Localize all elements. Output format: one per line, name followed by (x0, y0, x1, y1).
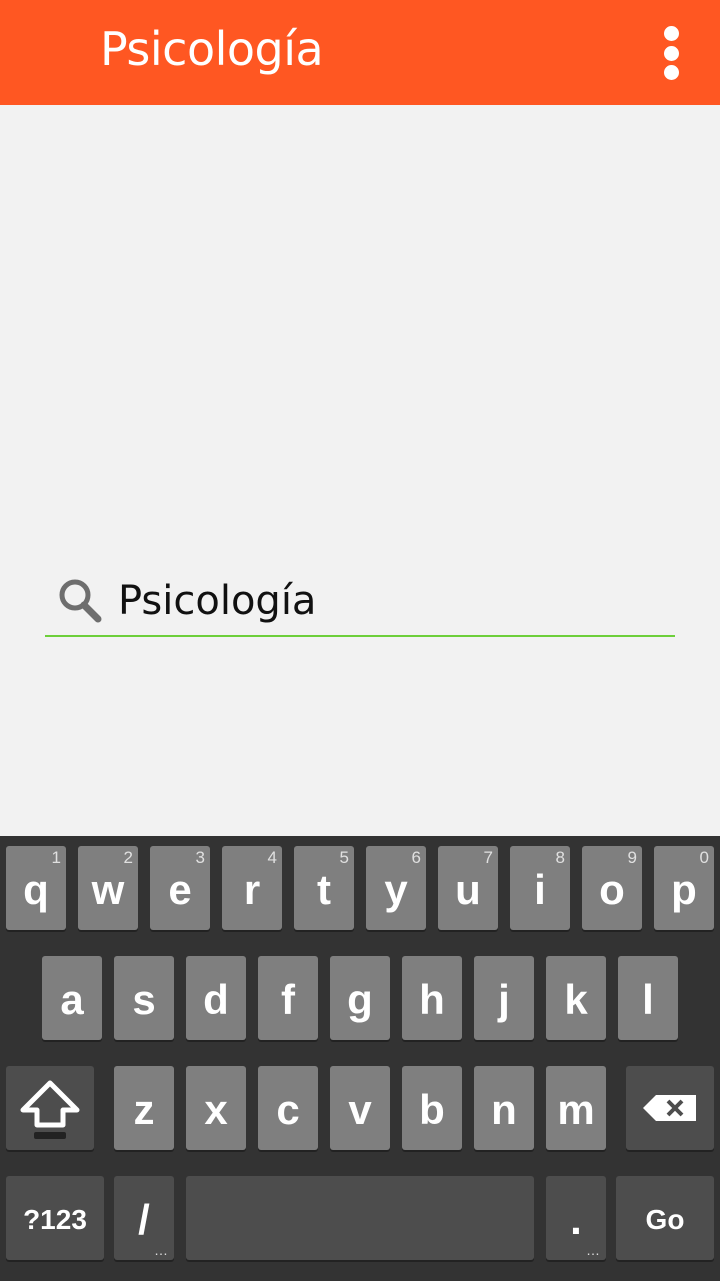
key-h[interactable]: h (402, 956, 462, 1040)
key-x[interactable]: x (186, 1066, 246, 1150)
search-input[interactable]: Psicología (118, 578, 316, 624)
period-key[interactable]: .… (546, 1176, 606, 1260)
key-j[interactable]: j (474, 956, 534, 1040)
key-i[interactable]: i8 (510, 846, 570, 930)
key-l[interactable]: l (618, 956, 678, 1040)
shift-icon (20, 1080, 80, 1139)
app-title: Psicología (100, 22, 324, 76)
key-e[interactable]: e3 (150, 846, 210, 930)
key-a[interactable]: a (42, 956, 102, 1040)
key-s[interactable]: s (114, 956, 174, 1040)
key-w[interactable]: w2 (78, 846, 138, 930)
search-field[interactable]: Psicología (45, 560, 675, 637)
key-y[interactable]: y6 (366, 846, 426, 930)
key-k[interactable]: k (546, 956, 606, 1040)
key-b[interactable]: b (402, 1066, 462, 1150)
search-icon (59, 579, 102, 623)
backspace-icon (643, 1095, 696, 1121)
symbols-key[interactable]: ?123 (6, 1176, 104, 1260)
key-m[interactable]: m (546, 1066, 606, 1150)
slash-key[interactable]: /… (114, 1176, 174, 1260)
soft-keyboard: q1 w2 e3 r4 t5 y6 u7 i8 o9 p0 a s d f g … (0, 836, 720, 1281)
space-key[interactable] (186, 1176, 534, 1260)
key-f[interactable]: f (258, 956, 318, 1040)
key-g[interactable]: g (330, 956, 390, 1040)
more-vert-icon[interactable] (651, 20, 691, 86)
go-key[interactable]: Go (616, 1176, 714, 1260)
key-n[interactable]: n (474, 1066, 534, 1150)
key-u[interactable]: u7 (438, 846, 498, 930)
key-r[interactable]: r4 (222, 846, 282, 930)
backspace-key[interactable] (626, 1066, 714, 1150)
key-d[interactable]: d (186, 956, 246, 1040)
shift-key[interactable] (6, 1066, 94, 1150)
key-q[interactable]: q1 (6, 846, 66, 930)
key-t[interactable]: t5 (294, 846, 354, 930)
key-c[interactable]: c (258, 1066, 318, 1150)
key-o[interactable]: o9 (582, 846, 642, 930)
key-v[interactable]: v (330, 1066, 390, 1150)
key-z[interactable]: z (114, 1066, 174, 1150)
app-bar: Psicología (0, 0, 720, 105)
key-p[interactable]: p0 (654, 846, 714, 930)
